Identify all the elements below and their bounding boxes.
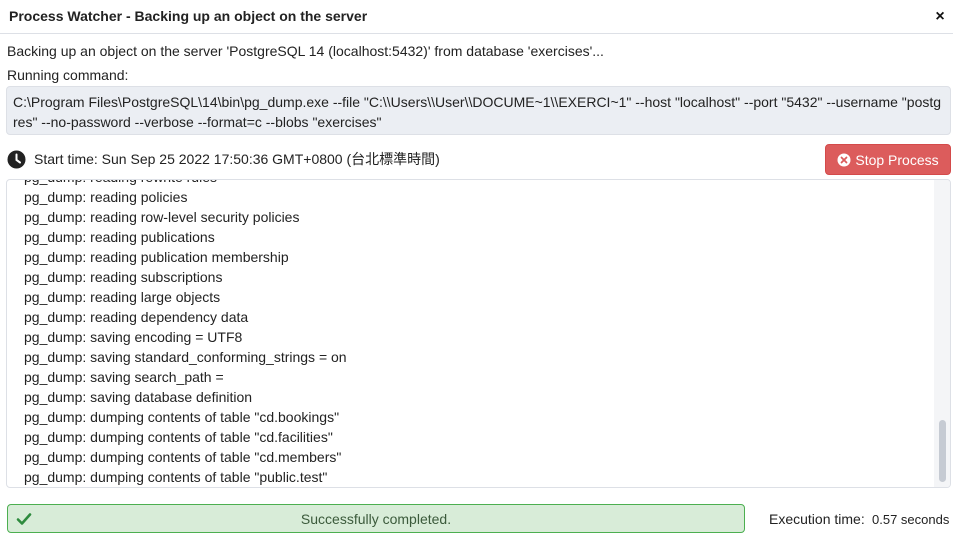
log-line: pg_dump: dumping contents of table "cd.m… — [24, 449, 342, 465]
log-output[interactable]: pg_dump: reading rewrite rules pg_dump: … — [6, 179, 951, 488]
stop-process-label: Stop Process — [855, 151, 939, 168]
scrollbar-thumb[interactable] — [939, 420, 946, 482]
close-button[interactable]: × — [932, 8, 948, 26]
log-line: pg_dump: dumping contents of table "cd.f… — [24, 429, 333, 445]
log-line: pg_dump: reading publications — [24, 229, 215, 245]
log-line: pg_dump: reading subscriptions — [24, 269, 223, 285]
process-description: Backing up an object on the server 'Post… — [7, 43, 604, 59]
log-line: pg_dump: reading policies — [24, 189, 188, 205]
log-lines: pg_dump: reading rewrite rules pg_dump: … — [24, 180, 930, 487]
log-scrollbar[interactable] — [934, 180, 950, 487]
stop-process-button[interactable]: Stop Process — [825, 144, 951, 175]
log-line: pg_dump: reading rewrite rules — [24, 180, 930, 187]
execution-time-value: 0.57 seconds — [872, 512, 950, 527]
start-time-label: Start time: Sun Sep 25 2022 17:50:36 GMT… — [34, 151, 440, 167]
log-line: pg_dump: reading publication membership — [24, 249, 289, 265]
log-line: pg_dump: saving encoding = UTF8 — [24, 329, 243, 345]
log-line: pg_dump: reading dependency data — [24, 309, 249, 325]
clock-icon — [7, 150, 26, 169]
log-line: pg_dump: reading large objects — [24, 289, 221, 305]
times-circle-icon — [837, 153, 851, 167]
status-text: Successfully completed. — [300, 511, 452, 527]
start-time-row: Start time: Sun Sep 25 2022 17:50:36 GMT… — [7, 149, 440, 169]
status-bar: Successfully completed. — [7, 504, 745, 533]
command-text: C:\Program Files\PostgreSQL\14\bin\pg_du… — [6, 86, 951, 135]
log-line: pg_dump: dumping contents of table "publ… — [24, 469, 328, 485]
log-line: pg_dump: saving database definition — [24, 389, 253, 405]
log-line: pg_dump: saving search_path = — [24, 369, 224, 385]
log-line: pg_dump: saving standard_conforming_stri… — [24, 349, 347, 365]
log-line: pg_dump: dumping contents of table "cd.b… — [24, 409, 340, 425]
title-bar: Process Watcher - Backing up an object o… — [0, 0, 953, 34]
window-title: Process Watcher - Backing up an object o… — [9, 8, 368, 24]
running-command-label: Running command: — [7, 67, 129, 83]
log-line: pg_dump: reading row-level security poli… — [24, 209, 300, 225]
execution-time-label: Execution time: — [769, 511, 865, 527]
